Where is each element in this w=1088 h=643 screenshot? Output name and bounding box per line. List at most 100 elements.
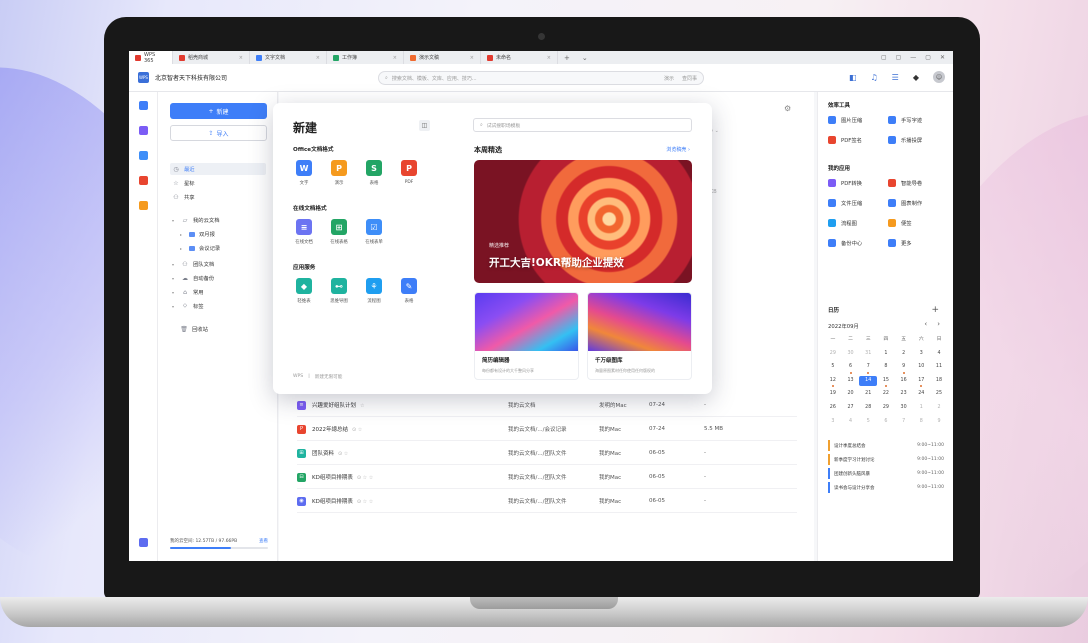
sidebar-item-10[interactable]: 🗑 回收站 (170, 323, 266, 335)
expand-caret-icon[interactable]: ▾ (172, 276, 177, 281)
sidebar-item-1[interactable]: ☆ 星标 (170, 177, 266, 189)
layout-icon[interactable]: ▢ (881, 54, 887, 61)
calendar-day[interactable]: 8 (877, 362, 895, 372)
calendar-day[interactable]: 20 (842, 389, 860, 399)
minimize-icon[interactable]: — (910, 54, 916, 61)
calendar-day[interactable]: 9 (930, 417, 948, 427)
calendar-day[interactable]: 4 (842, 417, 860, 427)
calendar-day[interactable]: 19 (824, 389, 842, 399)
tab-4[interactable]: 演示文稿 × (404, 51, 481, 64)
sidebar-item-8[interactable]: ▾ ⌂ 常用 (170, 286, 266, 298)
new-online-2[interactable]: ☑ 在线表单 (359, 219, 389, 245)
badge-icon[interactable]: ◆ (913, 73, 919, 82)
expand-caret-icon[interactable]: ▸ (180, 246, 185, 251)
calendar-day[interactable]: 25 (930, 389, 948, 399)
file-row[interactable]: ⊟ KD组项目排期表 ⊙ ☆ ☆ 我的云文档/.../团队文件 我的Mac 06-05 - (297, 466, 797, 489)
settings-gear-icon[interactable]: ⚙ (784, 104, 791, 113)
import-button[interactable]: ⇪ 导入 (170, 125, 267, 141)
sidebar-item-2[interactable]: ⚇ 共享 (170, 191, 266, 203)
search-option-present[interactable]: 演示 (664, 75, 674, 82)
efficiency-tool-1[interactable]: 手写字迹 (888, 116, 948, 124)
efficiency-tool-3[interactable]: 乐播投屏 (888, 136, 948, 144)
org-name[interactable]: 北京智者天下科技有限公司 (155, 73, 227, 82)
calendar-day[interactable]: 5 (824, 362, 842, 372)
calendar-day[interactable]: 16 (895, 376, 913, 386)
expand-caret-icon[interactable]: ▾ (172, 290, 177, 295)
apps-tool-1[interactable]: 智能导卷 (888, 179, 948, 187)
search-option-colleague[interactable]: 查同事 (682, 75, 697, 82)
apps-tool-7[interactable]: 更多 (888, 239, 948, 247)
tab-1[interactable]: 稻壳商城 × (173, 51, 250, 64)
browse-more-link[interactable]: 浏览稿壳 › (666, 146, 690, 153)
calendar-day[interactable]: 1 (877, 349, 895, 359)
calendar-day[interactable]: 11 (930, 362, 948, 372)
calendar-day[interactable]: 1 (912, 403, 930, 413)
file-row[interactable]: ◉ KD组项目排期表 ⊙ ☆ ☆ 我的云文档/.../团队文件 我的Mac 06-05 - (297, 490, 797, 513)
file-name[interactable]: KD组项目排期表 ⊙ ☆ ☆ (312, 473, 512, 481)
new-apps-2[interactable]: ⚘ 流程图 (359, 278, 389, 304)
calendar-day[interactable]: 6 (842, 362, 860, 374)
apps-tool-6[interactable]: 备份中心 (828, 239, 888, 247)
resume-editor-card[interactable]: 简历编辑器 每份都有设计的大千整风分享 (474, 292, 579, 380)
sidebar-item-7[interactable]: ▾ ☁ 自动备份 (170, 272, 266, 284)
new-office-1[interactable]: P 演示 (324, 160, 354, 186)
close-tab-icon[interactable]: × (470, 55, 474, 61)
headset-icon[interactable]: ♫ (871, 73, 878, 82)
calendar-day[interactable]: 2 (895, 349, 913, 359)
calendar-event[interactable]: 读书会与设计分享会 9:00~11:00 (828, 482, 944, 493)
star-icon[interactable]: ⊙ ☆ (352, 427, 362, 433)
calendar-day[interactable]: 17 (912, 376, 930, 388)
new-apps-0[interactable]: ◆ 轻维表 (289, 278, 319, 304)
apps-tool-4[interactable]: 流程图 (828, 219, 888, 227)
calendar-day[interactable]: 10 (912, 362, 930, 372)
avatar[interactable]: ☺ (933, 71, 945, 83)
tab-2[interactable]: 文字文档 × (250, 51, 327, 64)
calendar-app-icon[interactable] (139, 151, 148, 160)
calendar-day[interactable]: 31 (859, 349, 877, 359)
add-event-button[interactable]: + (931, 305, 939, 315)
calendar-day[interactable]: 30 (895, 403, 913, 413)
pdf-app-icon[interactable] (139, 176, 148, 185)
file-name[interactable]: KD组项目排期表 ⊙ ☆ ☆ (312, 497, 512, 505)
new-apps-3[interactable]: ✎ 表格 (394, 278, 424, 304)
prev-month-icon[interactable]: ‹ (924, 320, 927, 328)
calendar-day[interactable]: 23 (895, 389, 913, 399)
sidebar-item-9[interactable]: ▾ ⬦ 标签 (170, 300, 266, 312)
new-apps-1[interactable]: ⊷ 思维导图 (324, 278, 354, 304)
sidebar-item-5[interactable]: ▸ 会议记录 (170, 242, 266, 254)
calendar-event[interactable]: 新季度学习计划讨论 9:00~11:00 (828, 454, 944, 465)
apps-tool-5[interactable]: 便签 (888, 219, 948, 227)
new-tab-button[interactable]: + (558, 54, 576, 62)
expand-caret-icon[interactable]: ▾ (172, 218, 177, 223)
calendar-day[interactable]: 4 (930, 349, 948, 359)
file-name[interactable]: 团队资料 ⊙ ☆ (312, 449, 512, 457)
calendar-day[interactable]: 7 (895, 417, 913, 427)
calendar-day[interactable]: 15 (877, 376, 895, 388)
calendar-day[interactable]: 29 (877, 403, 895, 413)
star-icon[interactable]: ⊙ ☆ (338, 451, 348, 457)
calendar-day[interactable]: 12 (824, 376, 842, 388)
efficiency-tool-0[interactable]: 图片压缩 (828, 116, 888, 124)
calendar-day[interactable]: 27 (842, 403, 860, 413)
calendar-day[interactable]: 22 (877, 389, 895, 399)
new-office-0[interactable]: W 文字 (289, 160, 319, 186)
new-office-3[interactable]: P PDF (394, 160, 424, 185)
calendar-day[interactable]: 3 (824, 417, 842, 427)
calendar-day[interactable]: 30 (842, 349, 860, 359)
close-tab-icon[interactable]: × (393, 55, 397, 61)
next-month-icon[interactable]: › (937, 320, 940, 328)
file-row[interactable]: ≡ 兴趣爱好组队计划 ☆ 我的云文档 发明的Mac 07-24- (297, 394, 797, 417)
new-online-0[interactable]: ≡ 在线文档 (289, 219, 319, 245)
calendar-day[interactable]: 8 (912, 417, 930, 427)
file-row[interactable]: ⊞ 团队资料 ⊙ ☆ 我的云文档/.../团队文件 我的Mac 06-05- (297, 442, 797, 465)
calendar-day[interactable]: 28 (859, 403, 877, 413)
calendar-day[interactable]: 29 (824, 349, 842, 359)
image-library-card[interactable]: 千万级图库 海量原图素材任你使用任何版权的 (587, 292, 692, 380)
storage-link[interactable]: 查看 (259, 538, 268, 544)
template-search-input[interactable]: ⌕ 试试搜职场模板 (473, 118, 692, 132)
tab-3[interactable]: 工作簿 × (327, 51, 404, 64)
file-name[interactable]: 兴趣爱好组队计划 ☆ (312, 401, 512, 409)
calendar-day[interactable]: 6 (877, 417, 895, 427)
apps-center-icon[interactable] (139, 538, 148, 547)
calendar-day[interactable]: 2 (930, 403, 948, 413)
